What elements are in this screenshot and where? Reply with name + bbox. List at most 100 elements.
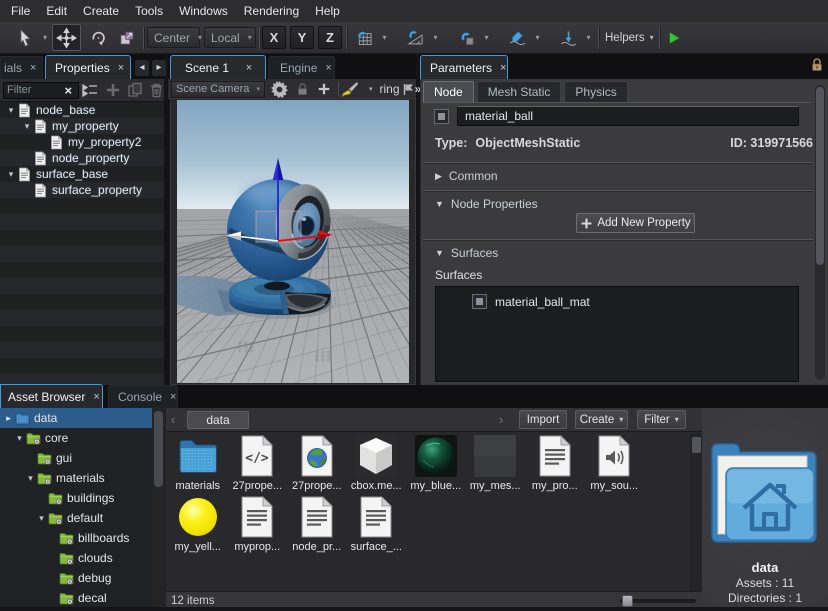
- snap-object-button[interactable]: [453, 24, 480, 51]
- scrollbar-thumb[interactable]: [816, 87, 824, 265]
- delete-button[interactable]: [149, 82, 164, 98]
- filter-clear-icon[interactable]: ×: [62, 83, 76, 98]
- file-item[interactable]: node_pr...: [287, 494, 347, 555]
- close-icon[interactable]: ×: [325, 62, 331, 74]
- import-button[interactable]: Import: [519, 410, 567, 429]
- thumbnail-size-slider[interactable]: [620, 599, 696, 603]
- asset-tree-item[interactable]: gui: [0, 448, 152, 468]
- brush-dropdown[interactable]: ▾: [369, 85, 373, 93]
- add-property-button[interactable]: [105, 82, 121, 98]
- file-item[interactable]: my_mes...: [466, 433, 526, 494]
- tree-item[interactable]: node_property: [0, 150, 164, 166]
- move-tool-button[interactable]: [52, 24, 81, 51]
- paint-brush-button[interactable]: [341, 81, 359, 98]
- scene-add-button[interactable]: [317, 82, 331, 96]
- asset-tree-item[interactable]: clouds: [0, 548, 152, 568]
- tree-item[interactable]: my_property2: [0, 134, 164, 150]
- rotate-tool-button[interactable]: [86, 24, 111, 51]
- menu-rendering[interactable]: Rendering: [236, 0, 307, 22]
- tab-materials[interactable]: ials×: [0, 56, 43, 79]
- menu-windows[interactable]: Windows: [171, 0, 236, 22]
- file-item[interactable]: surface_...: [347, 494, 407, 555]
- play-button[interactable]: [663, 24, 685, 51]
- snap-grid-button[interactable]: [351, 24, 378, 51]
- axis-y-button[interactable]: Y: [290, 26, 314, 49]
- asset-tree-item[interactable]: billboards: [0, 528, 152, 548]
- transform-origin-select[interactable]: Center▾: [147, 27, 200, 48]
- close-icon[interactable]: ×: [170, 391, 176, 403]
- axis-x-button[interactable]: X: [262, 26, 286, 49]
- menu-tools[interactable]: Tools: [127, 0, 171, 22]
- asset-tree-scrollbar[interactable]: [152, 408, 164, 611]
- file-item[interactable]: my_yell...: [168, 494, 228, 555]
- snap-draw-dropdown[interactable]: ▾: [531, 33, 544, 42]
- tree-item[interactable]: ▾surface_base: [0, 166, 164, 182]
- expander-icon[interactable]: ▾: [24, 473, 37, 484]
- subtab-mesh-static[interactable]: Mesh Static: [477, 81, 562, 102]
- snap-drop-button[interactable]: [555, 24, 582, 51]
- tree-item[interactable]: ▾my_property: [0, 118, 164, 134]
- viewport-3d-render[interactable]: [177, 100, 409, 383]
- expander-icon[interactable]: ▾: [13, 433, 26, 444]
- menu-create[interactable]: Create: [75, 0, 127, 22]
- panel-lock-icon[interactable]: [810, 58, 824, 75]
- slider-handle[interactable]: [622, 595, 633, 607]
- asset-tree-item[interactable]: ▾materials: [0, 468, 152, 488]
- nav-back-icon[interactable]: ‹: [166, 412, 180, 427]
- snap-grid-dropdown[interactable]: ▾: [378, 33, 391, 42]
- create-button[interactable]: Create▾: [575, 410, 628, 429]
- coordinate-space-select[interactable]: Local▾: [204, 27, 256, 48]
- tab-properties[interactable]: Properties×: [45, 55, 131, 79]
- expander-icon[interactable]: ▾: [4, 105, 18, 116]
- scene-camera-select[interactable]: Scene Camera▾: [171, 81, 265, 98]
- file-grid-scrollbar[interactable]: [690, 433, 702, 591]
- tree-item[interactable]: surface_property: [0, 182, 164, 198]
- tab-engine[interactable]: Engine×: [268, 56, 335, 79]
- expander-icon[interactable]: ▾: [20, 121, 34, 132]
- expander-icon[interactable]: ▾: [4, 169, 18, 180]
- tree-item[interactable]: ▾node_base: [0, 102, 164, 118]
- snap-angle-button[interactable]: [402, 24, 429, 51]
- section-common[interactable]: ▶ Common: [435, 169, 498, 183]
- section-node-properties[interactable]: ▼ Node Properties: [435, 197, 538, 211]
- file-item[interactable]: cbox.me...: [347, 433, 407, 494]
- file-item[interactable]: my_sou...: [585, 433, 645, 494]
- expander-icon[interactable]: ▸: [2, 413, 15, 424]
- snap-object-dropdown[interactable]: ▾: [480, 33, 493, 42]
- file-item[interactable]: </>27prope...: [228, 433, 288, 494]
- subtab-node[interactable]: Node: [423, 81, 474, 102]
- file-item[interactable]: myprop...: [228, 494, 288, 555]
- snap-drop-dropdown[interactable]: ▾: [582, 33, 595, 42]
- copy-button[interactable]: [127, 82, 143, 98]
- tab-console[interactable]: Console×: [108, 385, 178, 408]
- close-icon[interactable]: ×: [118, 62, 124, 74]
- snap-angle-dropdown[interactable]: ▾: [429, 33, 442, 42]
- tab-scene-1[interactable]: Scene 1×: [170, 55, 266, 79]
- close-icon[interactable]: ×: [243, 62, 255, 74]
- menu-file[interactable]: File: [3, 0, 38, 22]
- scale-tool-button[interactable]: [115, 24, 139, 51]
- asset-tree-item[interactable]: ▾core: [0, 428, 152, 448]
- tree-outline-button[interactable]: [81, 82, 99, 98]
- asset-tree-item[interactable]: ▸data: [0, 408, 152, 428]
- nav-forward-icon[interactable]: ›: [494, 412, 508, 427]
- scene-lock-button[interactable]: [296, 83, 309, 96]
- parameters-scrollbar[interactable]: [815, 85, 825, 380]
- helpers-dropdown[interactable]: Helpers▾: [603, 32, 656, 44]
- tab-scroll-right-icon[interactable]: ▸: [152, 60, 166, 76]
- scrollbar-thumb[interactable]: [692, 437, 701, 453]
- filter-button[interactable]: Filter▾: [637, 410, 686, 429]
- menu-help[interactable]: Help: [307, 0, 348, 22]
- file-item[interactable]: materials: [168, 433, 228, 494]
- name-input[interactable]: material_ball: [457, 106, 799, 126]
- select-tool-button[interactable]: [12, 24, 38, 51]
- close-icon[interactable]: ×: [93, 391, 99, 403]
- tab-scroll-left-icon[interactable]: ◂: [135, 60, 149, 76]
- add-new-property-button[interactable]: Add New Property: [576, 213, 695, 233]
- asset-tree-item[interactable]: debug: [0, 568, 152, 588]
- file-item[interactable]: 27prope...: [287, 433, 347, 494]
- ring-flag-icon[interactable]: [402, 83, 415, 96]
- expander-icon[interactable]: ▾: [35, 513, 48, 524]
- scene-settings-button[interactable]: [271, 81, 288, 98]
- close-icon[interactable]: ×: [500, 62, 506, 74]
